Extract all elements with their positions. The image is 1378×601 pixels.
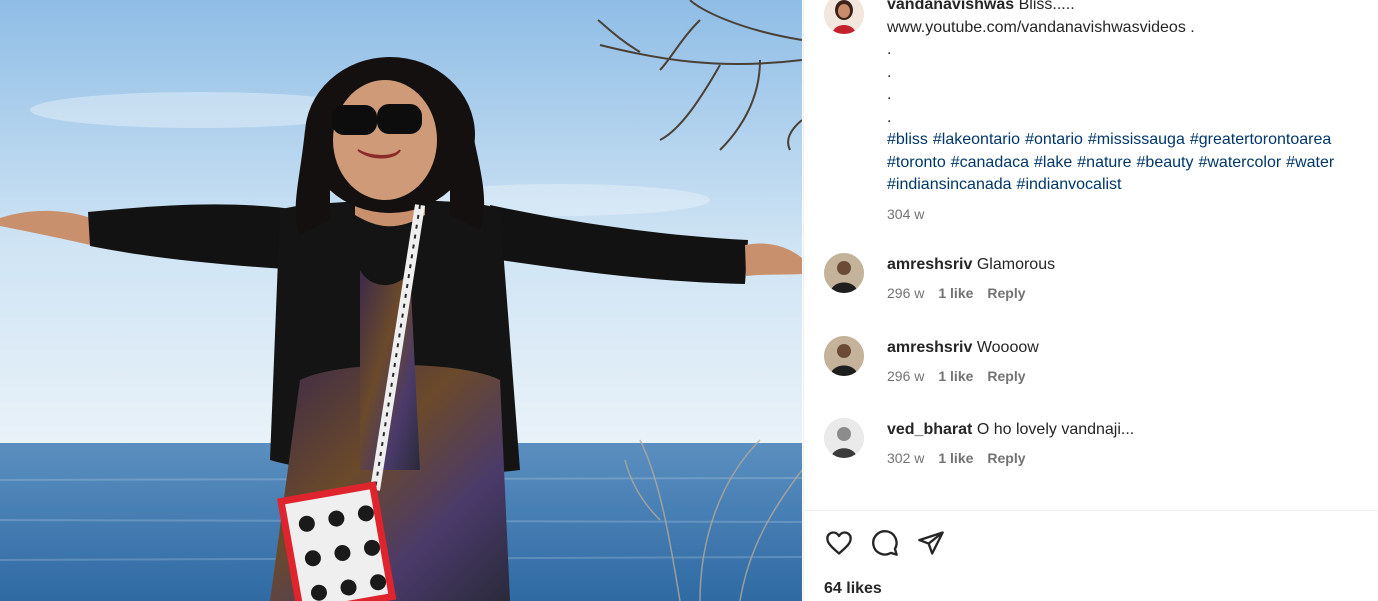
caption-dot: . xyxy=(887,86,892,103)
likes-count[interactable]: 64 likes xyxy=(824,580,882,598)
caption-dot: . xyxy=(887,41,892,58)
reply-button[interactable]: Reply xyxy=(987,285,1025,301)
hashtag-link[interactable]: #mississauga xyxy=(1088,131,1185,148)
post-time[interactable]: 304 w xyxy=(887,203,1377,226)
hashtag-link[interactable]: #lake xyxy=(1034,154,1072,171)
comment-item: ved_bharat O ho lovely vandnaji... 302 w… xyxy=(887,419,1367,466)
comment-time[interactable]: 296 w xyxy=(887,285,924,301)
caption-link: www.youtube.com/vandanavishwasvideos . xyxy=(887,18,1195,36)
comment-username[interactable]: ved_bharat xyxy=(887,421,972,438)
reply-button[interactable]: Reply xyxy=(987,450,1025,466)
commenter-avatar[interactable] xyxy=(824,253,864,293)
post-actions xyxy=(824,528,946,558)
caption-text: Bliss..... xyxy=(1018,0,1075,13)
comment-button[interactable] xyxy=(870,528,900,558)
actions-divider xyxy=(804,510,1378,511)
comment-username[interactable]: amreshsriv xyxy=(887,256,972,273)
comment-item: amreshsriv Glamorous 296 w 1 like Reply xyxy=(887,254,1367,301)
hashtag-link[interactable]: #toronto xyxy=(887,154,946,171)
comments-scroll-area[interactable]: vandanavishwas Bliss..... www.youtube.co… xyxy=(804,0,1378,510)
hashtag-link[interactable]: #greatertorontoarea xyxy=(1190,131,1331,148)
comment-text: O ho lovely vandnaji... xyxy=(976,421,1135,438)
reply-button[interactable]: Reply xyxy=(987,368,1025,384)
comment-text: Glamorous xyxy=(976,256,1056,273)
commenter-avatar[interactable] xyxy=(824,418,864,458)
commenter-avatar-image xyxy=(824,253,864,293)
hashtag-link[interactable]: #watercolor xyxy=(1198,154,1281,171)
hashtag-link[interactable]: #indianvocalist xyxy=(1017,176,1122,193)
share-button[interactable] xyxy=(916,528,946,558)
caption-dot: . xyxy=(887,63,892,81)
post-side-panel: vandanavishwas Bliss..... www.youtube.co… xyxy=(803,0,1378,601)
comment-icon xyxy=(872,530,898,556)
hashtag-link[interactable]: #lakeontario xyxy=(933,131,1020,148)
hashtag-link[interactable]: #bliss xyxy=(887,131,928,148)
post-photo xyxy=(0,0,802,601)
comment-likes[interactable]: 1 like xyxy=(938,450,973,466)
hashtag-link[interactable]: #nature xyxy=(1077,154,1131,171)
commenter-avatar[interactable] xyxy=(824,336,864,376)
hashtag-link[interactable]: #canadaca xyxy=(951,154,1029,171)
author-avatar[interactable] xyxy=(824,0,864,34)
comment-likes[interactable]: 1 like xyxy=(938,285,973,301)
commenter-avatar-image xyxy=(824,336,864,376)
hashtag-link[interactable]: #indiansincanada xyxy=(887,176,1012,193)
author-username[interactable]: vandanavishwas xyxy=(887,0,1014,13)
hashtag-link[interactable]: #water xyxy=(1286,154,1334,171)
comment-time[interactable]: 302 w xyxy=(887,450,924,466)
like-button[interactable] xyxy=(824,528,854,558)
comment-username[interactable]: amreshsriv xyxy=(887,339,972,356)
commenter-avatar-image xyxy=(824,418,864,458)
comment-text: Woooow xyxy=(976,339,1039,356)
post-image xyxy=(0,0,802,601)
hashtag-link[interactable]: #ontario xyxy=(1025,131,1083,148)
author-avatar-image xyxy=(824,0,864,34)
hashtag-link[interactable]: #beauty xyxy=(1137,154,1194,171)
heart-icon xyxy=(826,531,852,555)
post-caption: vandanavishwas Bliss..... www.youtube.co… xyxy=(887,0,1377,225)
caption-dot: . xyxy=(887,108,892,126)
comment-time[interactable]: 296 w xyxy=(887,368,924,384)
comment-item: amreshsriv Woooow 296 w 1 like Reply xyxy=(887,337,1367,384)
hashtag-list: #bliss #lakeontario #ontario #mississauga #g… xyxy=(887,129,1377,197)
comment-likes[interactable]: 1 like xyxy=(938,368,973,384)
share-icon xyxy=(918,531,944,555)
